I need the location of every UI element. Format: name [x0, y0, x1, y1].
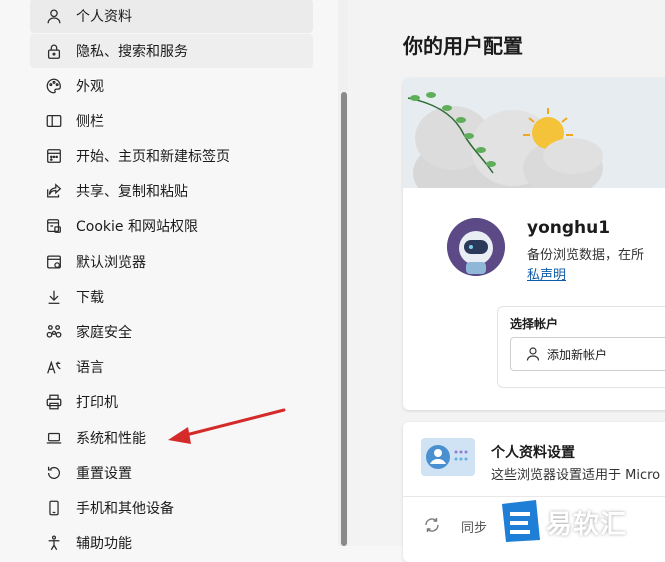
sidebar-item-share-copy[interactable]: 共享、复制和粘贴	[30, 174, 313, 208]
sidebar-item-start-home[interactable]: 开始、主页和新建标签页	[30, 139, 313, 173]
page-title: 你的用户配置	[403, 34, 523, 58]
laptop-icon	[44, 428, 64, 448]
add-account-button[interactable]: 添加新帐户	[510, 337, 665, 371]
profile-card: yonghu1 备份浏览数据，在所 私声明 选择帐户 添加新帐户	[403, 78, 665, 410]
sidebar-item-label: 默认浏览器	[76, 255, 146, 271]
sidebar-item-languages[interactable]: 语言	[30, 350, 313, 384]
sidebar-item-label: 开始、主页和新建标签页	[76, 149, 230, 165]
browser-icon	[44, 252, 64, 272]
sidebar-item-default-browser[interactable]: 默认浏览器	[30, 245, 313, 279]
sidebar-item-label: 手机和其他设备	[76, 501, 174, 517]
sidebar-item-family-safety[interactable]: 家庭安全	[30, 315, 313, 349]
lock-icon	[44, 41, 64, 61]
sync-icon	[425, 518, 439, 532]
profile-settings-description: 这些浏览器设置适用于 Micro	[491, 468, 661, 483]
sidebar-item-label: 家庭安全	[76, 325, 132, 341]
profile-settings-title: 个人资料设置	[491, 445, 575, 461]
person-add-icon	[526, 347, 540, 361]
share-icon	[44, 181, 64, 201]
sidebar-item-profile[interactable]: 个人资料	[30, 0, 313, 33]
sidebar-item-cookies[interactable]: Cookie 和网站权限	[30, 209, 313, 243]
language-icon	[44, 357, 64, 377]
red-arrow-annotation	[168, 408, 286, 444]
sidebar-item-label: 打印机	[76, 395, 118, 411]
sidebar-item-downloads[interactable]: 下载	[30, 280, 313, 314]
home-grid-icon	[44, 146, 64, 166]
sidebar-item-label: 外观	[76, 79, 104, 95]
sidebar-item-appearance[interactable]: 外观	[30, 69, 313, 103]
sidebar-item-sidebar[interactable]: 侧栏	[30, 104, 313, 138]
sidebar-item-label: 下载	[76, 290, 104, 306]
palette-icon	[44, 76, 64, 96]
sidebar-icon	[44, 111, 64, 131]
sidebar-item-label: 辅助功能	[76, 536, 132, 552]
phone-icon	[44, 498, 64, 518]
sidebar-item-label: 系统和性能	[76, 431, 146, 447]
sidebar-item-reset[interactable]: 重置设置	[30, 456, 313, 490]
person-icon	[44, 6, 64, 26]
sidebar-item-label: 隐私、搜索和服务	[76, 44, 188, 60]
profile-banner-illustration	[403, 78, 665, 188]
sidebar-item-label: 重置设置	[76, 466, 132, 482]
family-icon	[44, 322, 64, 342]
sync-description: 备份浏览数据，在所	[527, 248, 645, 263]
printer-icon	[44, 392, 64, 412]
download-icon	[44, 287, 64, 307]
reset-icon	[44, 463, 64, 483]
sidebar-item-privacy[interactable]: 隐私、搜索和服务	[30, 34, 313, 68]
sidebar-item-label: Cookie 和网站权限	[76, 219, 198, 235]
sidebar-item-label: 个人资料	[76, 9, 132, 25]
sync-row-label[interactable]: 同步	[461, 517, 487, 536]
avatar[interactable]	[447, 218, 505, 276]
profile-settings-icon	[421, 438, 475, 476]
watermark-text: 易软汇	[546, 510, 628, 540]
accessibility-icon	[44, 533, 64, 553]
account-chooser: 选择帐户 添加新帐户	[497, 306, 665, 388]
account-label: 选择帐户	[510, 317, 559, 331]
sidebar-item-label: 语言	[76, 360, 104, 376]
site-permissions-icon	[44, 216, 64, 236]
settings-sidebar: 个人资料 隐私、搜索和服务 外观 侧栏 开始、主页和新建标签页 共享、复制和粘贴…	[0, 0, 340, 552]
sidebar-item-label: 侧栏	[76, 114, 104, 130]
add-account-label: 添加新帐户	[547, 347, 608, 362]
sidebar-item-phone-devices[interactable]: 手机和其他设备	[30, 491, 313, 525]
scrollbar-thumb[interactable]	[341, 92, 347, 546]
privacy-statement-link[interactable]: 私声明	[527, 264, 566, 283]
profile-username: yonghu1	[527, 218, 611, 238]
sidebar-item-accessibility[interactable]: 辅助功能	[30, 526, 313, 560]
sidebar-item-label: 共享、复制和粘贴	[76, 184, 188, 200]
